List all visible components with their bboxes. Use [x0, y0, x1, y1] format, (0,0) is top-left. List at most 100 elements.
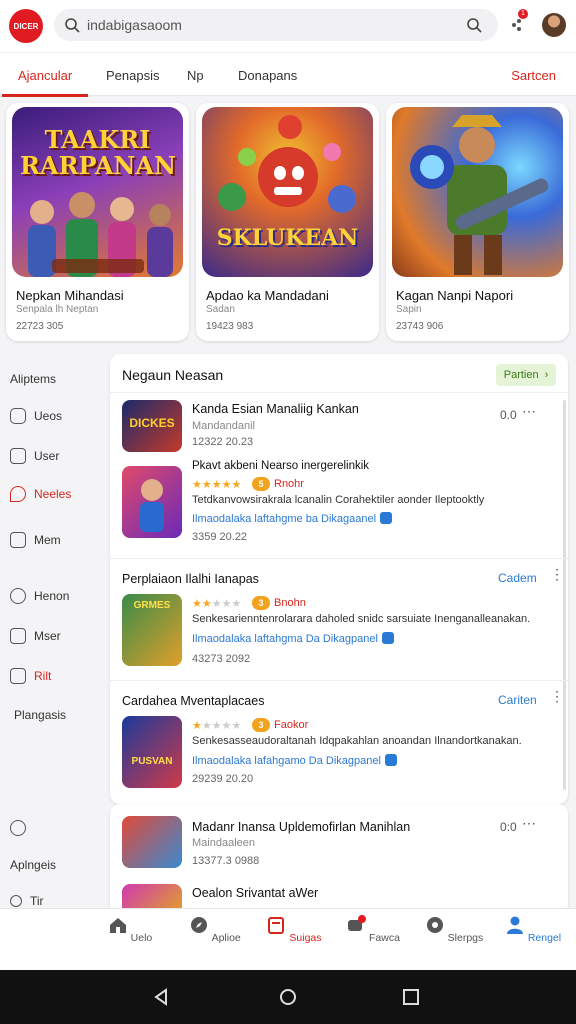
app-thumbnail[interactable]: PUSVAN	[122, 716, 182, 788]
tab-donapans[interactable]: Donapans	[238, 68, 297, 83]
tab-sartcen[interactable]: Sartcen	[511, 68, 556, 83]
news-panel: Negaun Neasan Partien › DICKES Kanda Esia…	[110, 354, 568, 804]
sidebar-item-label: Rilt	[34, 669, 52, 683]
divider	[110, 392, 568, 393]
panel-title: Negaun Neasan	[122, 367, 224, 383]
app-title[interactable]: Kanda Esian Manaliig Kankan	[192, 402, 359, 416]
app-title[interactable]: Oealon Srivantat aWer	[192, 886, 318, 900]
rating-badge: 3	[252, 718, 270, 732]
card-title: Apdao ka Mandadani	[206, 288, 329, 303]
rating-tag: Faokor	[274, 719, 309, 731]
nav-label: Aplioe	[211, 932, 241, 944]
search-input[interactable]: indabigasaoom	[87, 17, 182, 33]
game-art-title: SKLUKEAN	[216, 225, 359, 251]
sidebar-item-mser[interactable]: Mser	[10, 628, 61, 644]
tab-ajancular[interactable]: Ajancular	[18, 68, 72, 83]
more-options-icon[interactable]: ⋯	[522, 403, 537, 420]
section-action-link[interactable]: Cariten	[498, 693, 537, 707]
sidebar-item-label: Henon	[34, 589, 70, 603]
app-link[interactable]: Ilmaodalaka laftahgma Da Dikagpanel	[192, 632, 394, 645]
panel-action-button[interactable]: Partien ›	[496, 364, 556, 386]
app-link[interactable]: Ilmaodalaka lafahgamo Da Dikagpanel	[192, 754, 397, 767]
tab-np[interactable]: Np	[187, 68, 204, 83]
sidebar-item-label: Mser	[34, 629, 61, 643]
sidebar-item-plangasis[interactable]: Plangasis	[14, 708, 66, 722]
app-logo[interactable]: DICER	[9, 9, 43, 43]
section-action-link[interactable]: Cadem	[498, 571, 537, 585]
avatar[interactable]	[542, 13, 566, 37]
nav-item-slerpgs[interactable]: Slerpgs	[414, 915, 494, 944]
sidebar: Aliptems Ueos User Neeles Mem Henon Mser…	[0, 350, 108, 910]
featured-card[interactable]: SKLUKEAN Apdao ka Mandadani Sadan 19423 …	[196, 103, 379, 341]
image-icon	[10, 532, 26, 548]
sidebar-item-ueos[interactable]: Ueos	[10, 408, 62, 424]
app-count: 13377.3 0988	[192, 855, 260, 867]
app-description: Tetdkanvowsirakrala lcanalin Corahektile…	[192, 494, 485, 506]
tab-bar: Ajancular Penapsis Np Donapans Sartcen	[0, 52, 576, 97]
bottom-navigation: Uelo Aplioe Suigas Fawca Slerpgs Rengel	[0, 908, 576, 970]
search-bar[interactable]: indabigasaoom	[54, 9, 498, 41]
nav-item-aplioe[interactable]: Aplioe	[175, 915, 255, 944]
divider	[110, 558, 568, 559]
more-options-icon[interactable]: ⋮	[550, 566, 565, 583]
circle-icon	[10, 588, 26, 604]
recents-icon[interactable]	[402, 988, 420, 1006]
featured-card[interactable]: Kagan Nanpi Napori Sapin 23743 906	[386, 103, 569, 341]
rating-badge: 3	[252, 596, 270, 610]
thumbnail-label: PUSVAN	[131, 756, 173, 767]
app-link[interactable]: Ilmaodalaka laftahgme ba Dikagaanel	[192, 512, 393, 525]
nav-label: Fawca	[368, 932, 400, 944]
sidebar-item-user[interactable]: User	[10, 448, 59, 464]
app-title[interactable]: Madanr Inansa Upldemofirlan Manihlan	[192, 820, 410, 834]
back-icon[interactable]	[152, 988, 170, 1006]
search-icon	[65, 18, 80, 33]
app-description: Senkesarienntenrolarara daholed snidc sa…	[192, 613, 531, 625]
card-subtitle: Sadan	[206, 304, 235, 315]
card-count: 19423 983	[206, 321, 254, 332]
sidebar-item-henon[interactable]: Henon	[10, 588, 69, 604]
card-count: 23743 906	[396, 321, 444, 332]
nav-item-uelo[interactable]: Uelo	[90, 915, 170, 944]
featured-card[interactable]: TAAKRI RARPANAN Nepkan Mihandasi Senpala…	[6, 103, 189, 341]
search-submit-icon[interactable]	[466, 17, 482, 33]
app-thumbnail[interactable]	[122, 466, 182, 538]
nav-item-fawca[interactable]: Fawca	[333, 915, 413, 944]
rating-tag: Bnohn	[274, 597, 306, 609]
sidebar-item-label: Plangasis	[14, 708, 67, 722]
sidebar-item-mem[interactable]: Mem	[10, 532, 61, 548]
app-thumbnail[interactable]	[122, 816, 182, 868]
sidebar-item-neeles[interactable]: Neeles	[10, 486, 71, 502]
app-link-text: Ilmaodalaka laftahgme ba Dikagaanel	[192, 513, 377, 525]
notification-button[interactable]: 1	[508, 9, 528, 37]
sidebar-item-rilt[interactable]: Rilt	[10, 668, 51, 684]
sidebar-item-label: Aliptems	[10, 372, 57, 386]
home-button-icon[interactable]	[279, 988, 297, 1006]
nav-label: Suigas	[289, 932, 322, 944]
nav-item-rengel[interactable]: Rengel	[493, 915, 573, 944]
compass-icon	[191, 917, 208, 933]
app-score: 0.0	[500, 408, 517, 422]
list-icon	[10, 628, 26, 644]
app-title[interactable]: Pkavt akbeni Nearso inergerelinkik	[192, 460, 369, 472]
sidebar-item-tir[interactable]: Tir	[10, 894, 44, 908]
panel-action-label: Partien	[503, 369, 539, 381]
app-thumbnail[interactable]: DICKES	[122, 400, 182, 452]
share-icon	[384, 754, 397, 766]
scrollbar[interactable]	[563, 400, 566, 790]
circle-icon	[10, 408, 26, 424]
nav-label: Slerpgs	[447, 932, 484, 944]
card-title: Nepkan Mihandasi	[16, 288, 124, 303]
more-options-icon[interactable]: ⋮	[550, 688, 565, 705]
tab-penapsis[interactable]: Penapsis	[106, 68, 159, 83]
app-count: 43273 2092	[192, 653, 251, 665]
app-thumbnail[interactable]: GRMES	[122, 594, 182, 666]
sidebar-item-circle[interactable]	[10, 820, 34, 836]
nav-item-suigas[interactable]: Suigas	[254, 915, 334, 944]
top-bar: DICER indabigasaoom 1	[0, 0, 576, 52]
sidebar-item-aplngeis[interactable]: Aplngeis	[10, 858, 56, 872]
more-options-icon[interactable]: ⋯	[522, 815, 537, 832]
characters-illustration	[218, 115, 356, 213]
app-subtitle: Mandandanil	[192, 420, 255, 432]
sidebar-item-label: Mem	[34, 533, 61, 547]
sidebar-item-label: Aplngeis	[10, 858, 57, 872]
